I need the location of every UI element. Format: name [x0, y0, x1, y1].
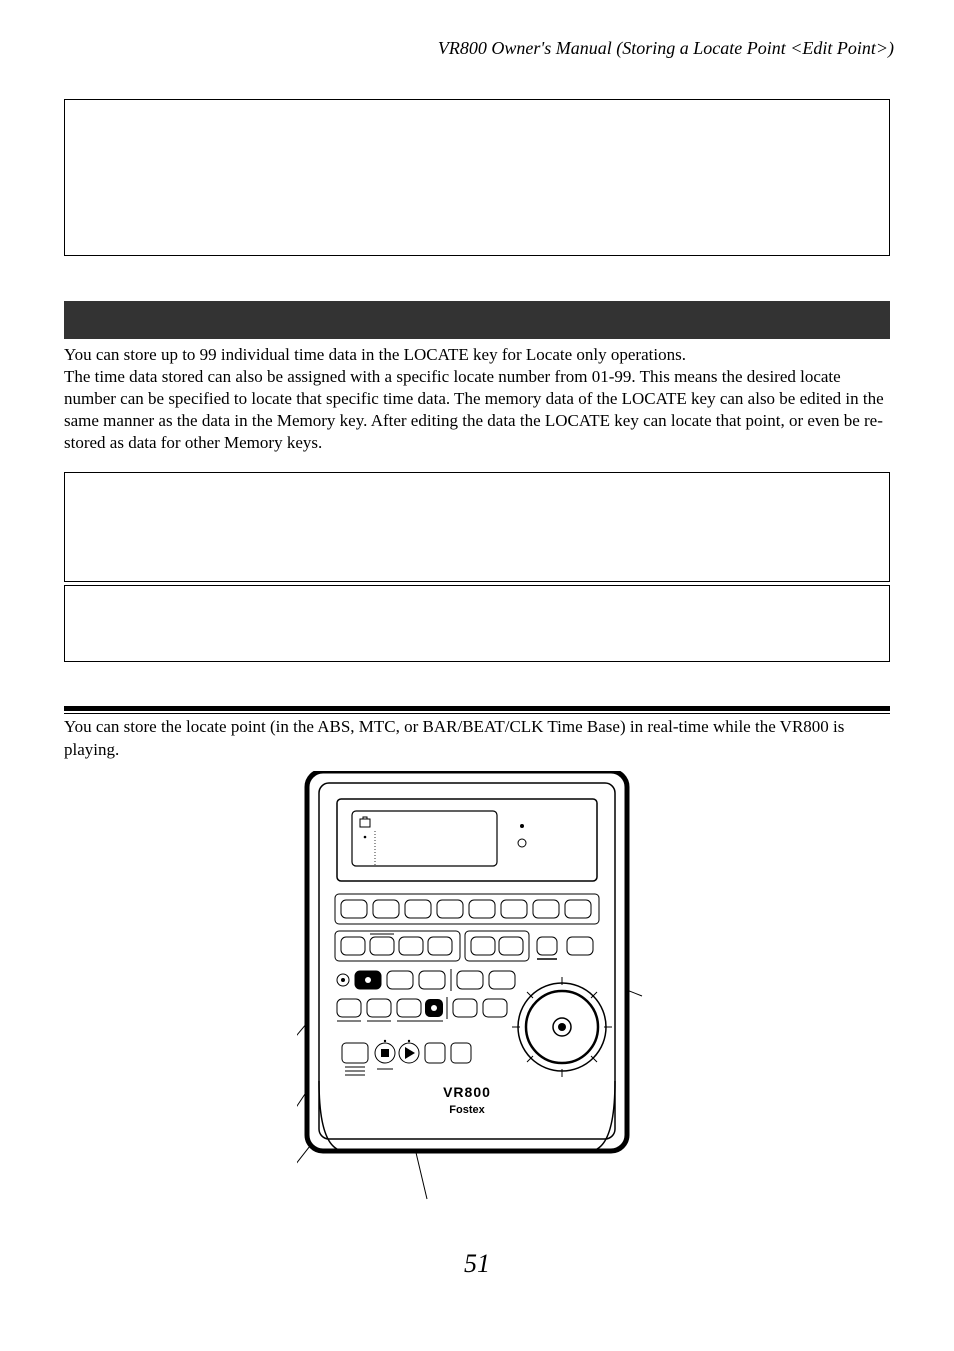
device-model-text: VR800: [443, 1084, 491, 1100]
section-bar: [64, 301, 890, 339]
page-number: 51: [0, 1249, 954, 1279]
mid-box-2: [64, 585, 890, 662]
realtime-paragraph: You can store the locate point (in the A…: [64, 713, 890, 760]
intro-paragraph: You can store up to 99 individual time d…: [64, 344, 890, 454]
page-header: VR800 Owner's Manual (Storing a Locate P…: [60, 38, 894, 59]
mid-box-1: [64, 472, 890, 582]
section-rule: [64, 706, 890, 711]
device-brand-text: Fostex: [449, 1104, 485, 1116]
top-box: [64, 99, 890, 256]
device-illustration: VR800 Fostex: [60, 771, 894, 1201]
intro-line1: You can store up to 99 individual time d…: [64, 345, 686, 364]
intro-rest: The time data stored can also be assigne…: [64, 367, 884, 452]
